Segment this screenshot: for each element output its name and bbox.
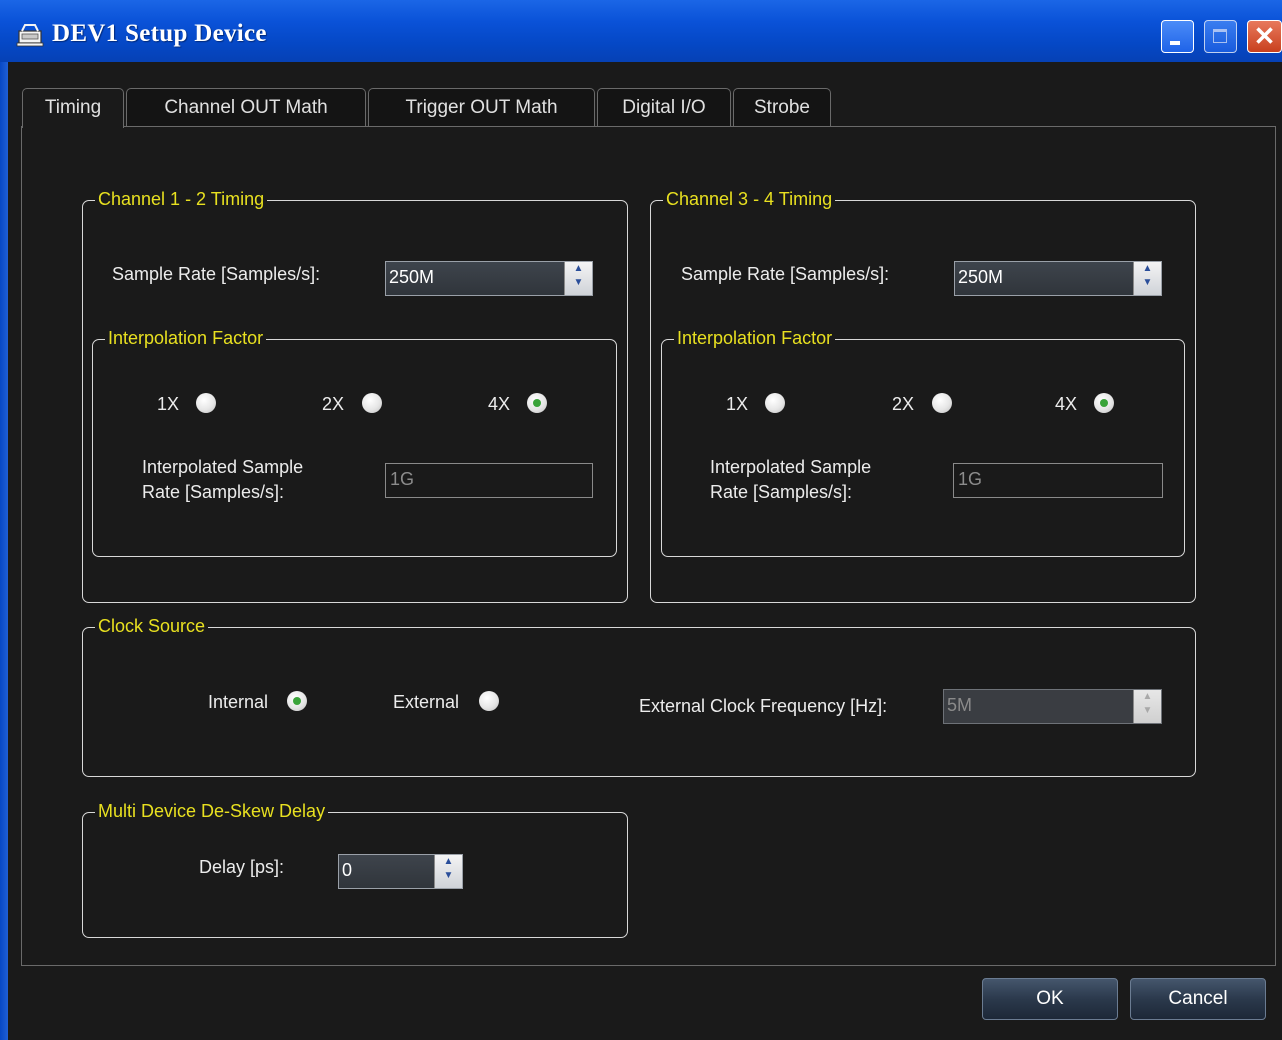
- channel-1-2-timing-title: Channel 1 - 2 Timing: [95, 187, 268, 211]
- ch34-interpolated-rate-field: 1G: [953, 463, 1163, 498]
- close-icon: ✕: [1253, 21, 1276, 51]
- ch12-sample-rate-value: 250M: [389, 267, 435, 287]
- ch12-interpolation-factor-group: Interpolation Factor: [92, 326, 617, 557]
- delay-value: 0: [342, 860, 353, 880]
- tab-trigger-out-math[interactable]: Trigger OUT Math: [368, 88, 595, 126]
- ch12-4x-radio[interactable]: [527, 393, 547, 413]
- ch12-sample-rate-spinbox[interactable]: 250M ▲ ▼: [385, 261, 593, 296]
- ch34-interpolation-factor-title: Interpolation Factor: [674, 326, 836, 350]
- delay-spinbox[interactable]: 0 ▲ ▼: [338, 854, 463, 889]
- tab-digital-io[interactable]: Digital I/O: [597, 88, 731, 126]
- spin-arrows-icon[interactable]: ▲ ▼: [1133, 262, 1161, 295]
- ch12-interpolation-factor-title: Interpolation Factor: [105, 326, 267, 350]
- internal-clock-radio[interactable]: [287, 691, 307, 711]
- ch34-4x-radio[interactable]: [1094, 393, 1114, 413]
- ok-button[interactable]: OK: [982, 978, 1118, 1020]
- spin-arrows-icon[interactable]: ▲ ▼: [564, 262, 592, 295]
- external-clock-frequency-label: External Clock Frequency [Hz]:: [639, 696, 888, 716]
- external-clock-frequency-value: 5M: [947, 695, 973, 715]
- ch34-1x-radio[interactable]: [765, 393, 785, 413]
- cancel-button[interactable]: Cancel: [1130, 978, 1266, 1020]
- window-border: [0, 62, 8, 1040]
- ch12-1x-radio[interactable]: [196, 393, 216, 413]
- delay-label: Delay [ps]:: [199, 857, 285, 877]
- ch12-interpolated-rate-label: Interpolated Sample Rate [Samples/s]:: [142, 457, 304, 502]
- ch34-interpolated-rate-value: 1G: [958, 469, 983, 489]
- ch34-sample-rate-label: Sample Rate [Samples/s]:: [681, 264, 890, 284]
- ch12-4x-label: 4X: [488, 394, 511, 414]
- ch34-2x-radio[interactable]: [932, 393, 952, 413]
- external-clock-frequency-spinbox[interactable]: 5M ▲ ▼: [943, 689, 1162, 724]
- external-clock-radio[interactable]: [479, 691, 499, 711]
- ch12-interpolated-rate-value: 1G: [390, 469, 415, 489]
- window-title: DEV1 Setup Device: [52, 20, 267, 47]
- ch34-interpolated-rate-label: Interpolated Sample Rate [Samples/s]:: [710, 457, 872, 502]
- clock-source-title: Clock Source: [95, 614, 209, 638]
- ch34-2x-label: 2X: [892, 394, 915, 414]
- ch34-interpolation-factor-group: Interpolation Factor: [661, 326, 1185, 557]
- tab-strobe[interactable]: Strobe: [733, 88, 831, 126]
- ch12-interpolated-rate-field: 1G: [385, 463, 593, 498]
- minimize-button[interactable]: [1161, 20, 1194, 53]
- spin-arrows-icon[interactable]: ▲ ▼: [434, 855, 462, 888]
- channel-3-4-timing-title: Channel 3 - 4 Timing: [663, 187, 836, 211]
- tab-channel-out-math[interactable]: Channel OUT Math: [126, 88, 366, 126]
- internal-clock-label: Internal: [208, 692, 269, 712]
- maximize-button[interactable]: [1204, 20, 1237, 53]
- close-button[interactable]: ✕: [1247, 20, 1282, 53]
- tab-timing[interactable]: Timing: [22, 88, 124, 128]
- ch34-sample-rate-value: 250M: [958, 267, 1004, 287]
- ch34-1x-label: 1X: [726, 394, 749, 414]
- title-bar[interactable]: DEV1 Setup Device ✕: [0, 0, 1282, 62]
- ch34-4x-label: 4X: [1055, 394, 1078, 414]
- external-clock-label: External: [393, 692, 460, 712]
- ch12-2x-label: 2X: [322, 394, 345, 414]
- device-setup-icon: [16, 24, 44, 47]
- ch12-1x-label: 1X: [157, 394, 180, 414]
- multi-device-deskew-title: Multi Device De-Skew Delay: [95, 799, 329, 823]
- ch12-2x-radio[interactable]: [362, 393, 382, 413]
- ch34-sample-rate-spinbox[interactable]: 250M ▲ ▼: [954, 261, 1162, 296]
- spin-arrows-icon[interactable]: ▲ ▼: [1133, 690, 1161, 723]
- ch12-sample-rate-label: Sample Rate [Samples/s]:: [112, 264, 321, 284]
